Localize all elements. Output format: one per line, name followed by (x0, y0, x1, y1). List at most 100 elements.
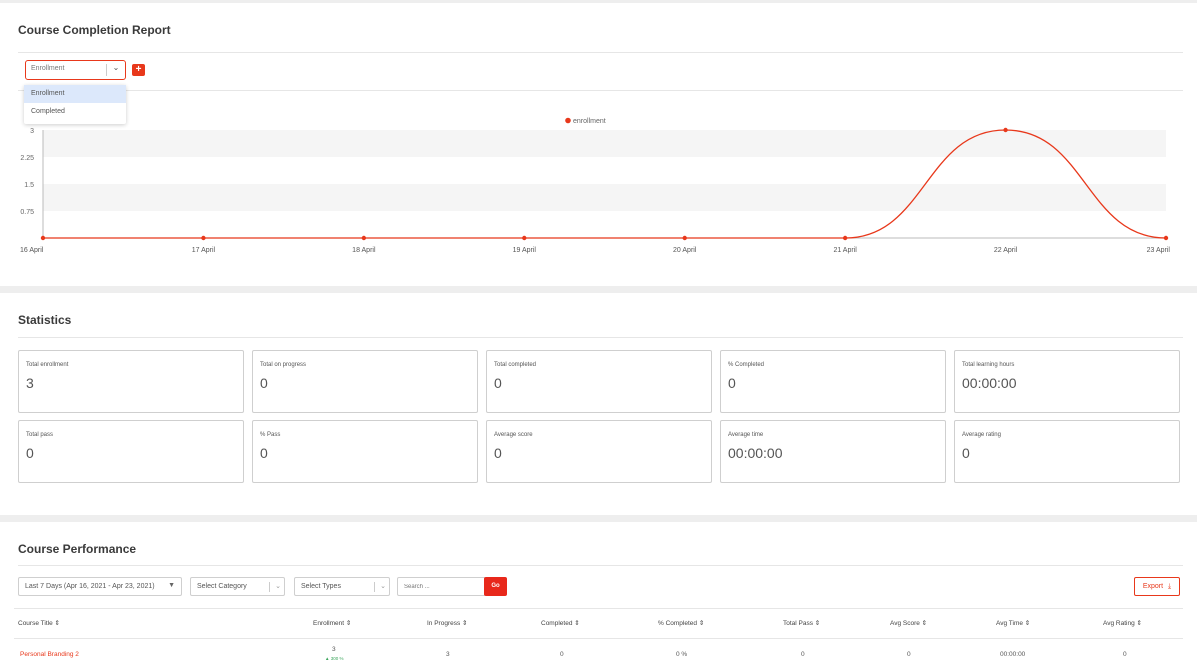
divider (18, 90, 1183, 91)
stat-value: 0 (962, 445, 970, 461)
x-tick-label: 20 April (673, 247, 697, 254)
select-separator (269, 582, 270, 592)
category-placeholder: Select Category (197, 583, 247, 590)
column-header-avg-time[interactable]: Avg Time ⇕ (996, 619, 1030, 627)
dropdown-option-completed[interactable]: Completed (24, 103, 126, 121)
column-header-enrollment[interactable]: Enrollment ⇕ (313, 619, 351, 627)
select-separator (374, 582, 375, 592)
avg-time-cell: 00:00:00 (1000, 651, 1026, 658)
grid-band (43, 184, 1166, 211)
y-tick-label: 1.5 (24, 182, 34, 189)
stat-label: Average rating (962, 432, 1001, 438)
column-header-pct-completed[interactable]: % Completed ⇕ (658, 619, 704, 627)
stat-card-total-on-progress: Total on progress 0 (252, 350, 478, 413)
enrollment-line-chart: 3 2.25 1.5 0.75 16 April 17 April 18 April 19 A… (20, 117, 1171, 254)
legend-marker (565, 117, 571, 124)
stat-card-average-rating: Average rating 0 (954, 420, 1180, 483)
metric-dropdown-menu: Enrollment Completed (24, 85, 126, 124)
stat-label: % Pass (260, 432, 281, 438)
go-button[interactable]: Go (484, 577, 507, 596)
course-completion-panel: Course Completion Report Enrollment ⌄ + … (0, 3, 1197, 286)
data-point (201, 235, 206, 241)
date-range-value: Last 7 Days (Apr 16, 2021 - Apr 23, 2021… (25, 583, 155, 590)
column-header-avg-score[interactable]: Avg Score ⇕ (890, 619, 927, 627)
x-tick-label: 21 April (833, 247, 857, 254)
types-placeholder: Select Types (301, 583, 341, 590)
performance-title: Course Performance (18, 542, 137, 556)
stat-label: Total completed (494, 362, 537, 368)
stat-card-total-learning-hours: Total learning hours 00:00:00 (954, 350, 1180, 413)
stat-label: Total enrollment (26, 362, 69, 368)
stat-label: Average score (494, 432, 533, 438)
stat-value: 0 (26, 445, 34, 461)
divider (18, 337, 1183, 338)
stat-value: 0 (494, 445, 502, 461)
total-pass-cell: 0 (801, 651, 805, 658)
completed-cell: 0 (560, 651, 564, 658)
stat-card-total-enrollment: Total enrollment 3 (18, 350, 244, 413)
x-tick-label: 18 April (352, 247, 376, 254)
stat-label: % Completed (728, 362, 765, 368)
report-title: Course Completion Report (18, 23, 171, 37)
statistics-title: Statistics (18, 313, 72, 327)
stat-value: 00:00:00 (728, 445, 783, 461)
data-point (40, 235, 46, 241)
add-button[interactable]: + (132, 64, 145, 76)
x-tick-label: 16 April (20, 247, 44, 254)
caret-down-icon: ▼ (168, 582, 175, 589)
metric-select[interactable]: Enrollment ⌄ (25, 60, 126, 80)
stat-value: 00:00:00 (962, 375, 1017, 391)
course-performance-panel: Course Performance Last 7 Days (Apr 16, … (0, 522, 1197, 671)
y-tick-label: 0.75 (20, 209, 34, 216)
x-tick-label: 19 April (513, 247, 537, 254)
export-label: Export (1142, 583, 1164, 590)
x-tick-label: 23 April (1147, 247, 1171, 254)
legend-label: enrollment (573, 118, 606, 125)
category-select[interactable]: Select Category ⌄ (190, 577, 285, 596)
stat-card-pct-pass: % Pass 0 (252, 420, 478, 483)
stat-card-average-time: Average time 00:00:00 (720, 420, 946, 483)
enrollment-change: ▲ 300 % (325, 656, 344, 661)
stat-label: Total on progress (260, 362, 307, 368)
date-range-select[interactable]: Last 7 Days (Apr 16, 2021 - Apr 23, 2021… (18, 577, 182, 596)
stat-value: 0 (260, 445, 268, 461)
data-point (842, 235, 848, 241)
divider (18, 565, 1183, 566)
chevron-down-icon: ⌄ (275, 583, 281, 590)
stat-label: Total pass (26, 432, 54, 438)
export-button[interactable]: Export ⤓ (1134, 577, 1180, 596)
stat-card-total-pass: Total pass 0 (18, 420, 244, 483)
stat-value: 0 (494, 375, 502, 391)
stat-label: Total learning hours (962, 362, 1015, 368)
search-input[interactable] (397, 577, 485, 596)
data-point (522, 235, 527, 241)
data-point (361, 235, 367, 241)
y-tick-label: 2.25 (20, 155, 34, 162)
column-header-total-pass[interactable]: Total Pass ⇕ (783, 619, 820, 627)
avg-rating-cell: 0 (1123, 651, 1127, 658)
divider (14, 638, 1183, 639)
in-progress-cell: 3 (446, 651, 450, 658)
course-title-link[interactable]: Personal Branding 2 (20, 651, 79, 658)
column-header-completed[interactable]: Completed ⇕ (541, 619, 580, 627)
data-point (682, 235, 687, 241)
enrollment-cell: 3 (332, 646, 336, 653)
metric-select-value: Enrollment (31, 65, 65, 72)
grid-band (43, 130, 1166, 157)
stat-card-pct-completed: % Completed 0 (720, 350, 946, 413)
stat-card-average-score: Average score 0 (486, 420, 712, 483)
stat-value: 3 (26, 375, 34, 391)
column-header-avg-rating[interactable]: Avg Rating ⇕ (1103, 619, 1142, 627)
chevron-down-icon[interactable]: ⌄ (110, 63, 122, 77)
types-select[interactable]: Select Types ⌄ (294, 577, 390, 596)
stat-card-total-completed: Total completed 0 (486, 350, 712, 413)
y-tick-label: 3 (30, 128, 34, 135)
pct-completed-cell: 0 % (676, 651, 688, 658)
data-point (1163, 235, 1169, 241)
column-header-course-title[interactable]: Course Title ⇕ (18, 619, 60, 627)
x-tick-label: 22 April (994, 247, 1018, 254)
column-header-in-progress[interactable]: In Progress ⇕ (427, 619, 468, 627)
statistics-panel: Statistics Total enrollment 3 Total on p… (0, 293, 1197, 515)
stat-value: 0 (728, 375, 736, 391)
dropdown-option-enrollment[interactable]: Enrollment (24, 85, 126, 103)
